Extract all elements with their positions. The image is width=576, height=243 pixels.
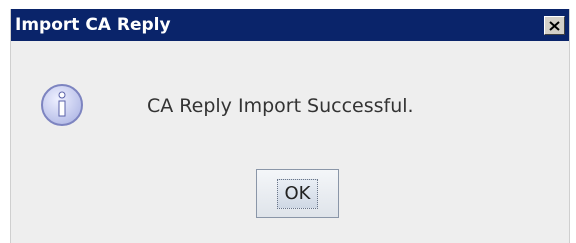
info-icon: [41, 84, 83, 126]
close-button[interactable]: [544, 16, 565, 35]
dialog-titlebar[interactable]: Import CA Reply: [11, 9, 569, 41]
close-icon: [549, 20, 560, 31]
import-ca-reply-dialog: Import CA Reply CA Reply Import Successf…: [10, 9, 570, 243]
ok-button-label: OK: [276, 178, 319, 209]
dialog-title: Import CA Reply: [15, 15, 171, 35]
ok-button[interactable]: OK: [256, 169, 339, 218]
message-text: CA Reply Import Successful.: [147, 95, 414, 117]
